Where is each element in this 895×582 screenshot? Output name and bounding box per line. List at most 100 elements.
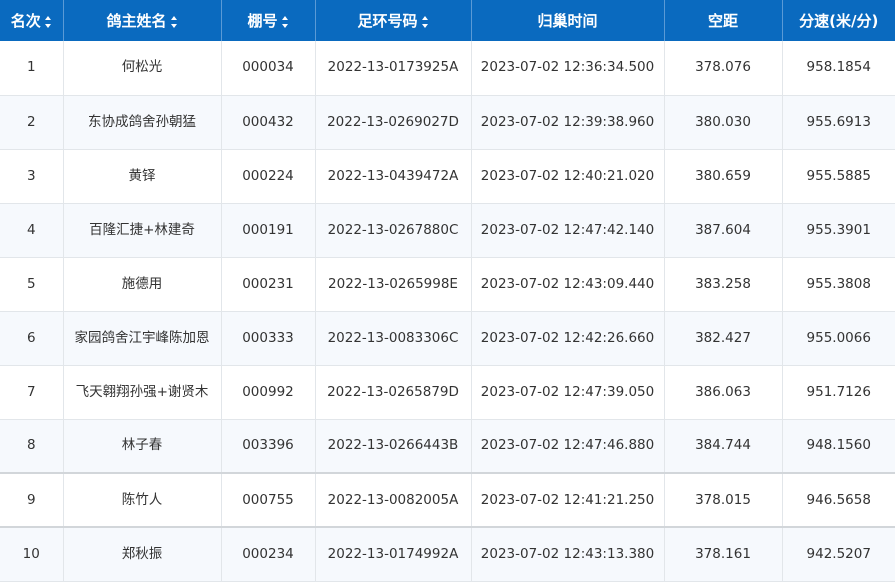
arrival-time-cell: 2023-07-02 12:41:21.250 (470, 473, 664, 528)
table-row: 2 东协成鸽舍孙朝猛 000432 2022-13-0269027D 2023-07-0… (0, 95, 895, 150)
sort-icon (170, 15, 178, 28)
ring-number-cell: 2022-13-0083306C (314, 311, 471, 366)
sort-icon (281, 15, 289, 28)
table-body: 1 何松光 000034 2022-13-0173925A 2023-07-02 12:… (0, 41, 895, 582)
distance-cell: 378.076 (663, 41, 782, 96)
loft-number-cell: 000224 (220, 149, 315, 204)
ring-number-cell: 2022-13-0174992A (314, 527, 471, 582)
rank-cell: 1 (0, 41, 63, 96)
sort-icon (421, 15, 429, 28)
rank-cell: 2 (0, 95, 63, 150)
column-header-arrival-time: 归巢时间 (470, 0, 664, 41)
distance-cell: 378.161 (663, 527, 782, 582)
distance-cell: 380.030 (663, 95, 782, 150)
speed-cell: 942.5207 (781, 527, 895, 582)
table-row: 10 郑秋振 000234 2022-13-0174992A 2023-07-02 12… (0, 527, 895, 582)
loft-number-cell: 003396 (220, 419, 315, 474)
rank-cell: 5 (0, 257, 63, 312)
arrival-time-cell: 2023-07-02 12:40:21.020 (470, 149, 664, 204)
loft-number-cell: 000432 (220, 95, 315, 150)
header-row: 名次 鸽主姓名 棚号 足环号码 归巢时间 空距 分速(米/分) (0, 0, 895, 41)
owner-name-cell: 何松光 (62, 41, 221, 96)
loft-number-cell: 000333 (220, 311, 315, 366)
speed-cell: 948.1560 (781, 419, 895, 474)
rank-cell: 8 (0, 419, 63, 474)
arrival-time-cell: 2023-07-02 12:47:42.140 (470, 203, 664, 258)
speed-cell: 955.6913 (781, 95, 895, 150)
ring-number-cell: 2022-13-0265998E (314, 257, 471, 312)
loft-number-cell: 000992 (220, 365, 315, 420)
speed-cell: 951.7126 (781, 365, 895, 420)
header-label: 归巢时间 (537, 12, 598, 30)
table-row: 1 何松光 000034 2022-13-0173925A 2023-07-02 12:… (0, 41, 895, 96)
arrival-time-cell: 2023-07-02 12:43:09.440 (470, 257, 664, 312)
speed-cell: 955.3808 (781, 257, 895, 312)
ring-number-cell: 2022-13-0082005A (314, 473, 471, 528)
rank-cell: 6 (0, 311, 63, 366)
owner-name-cell: 飞天翱翔孙强+谢贤木 (62, 365, 221, 420)
header-label: 足环号码 (357, 12, 418, 30)
column-header-owner-name[interactable]: 鸽主姓名 (62, 0, 221, 41)
column-header-distance: 空距 (663, 0, 782, 41)
table-row: 6 家园鸽舍江宇峰陈加恩 000333 2022-13-0083306C 2023-07… (0, 311, 895, 366)
column-header-loft-number[interactable]: 棚号 (220, 0, 315, 41)
owner-name-cell: 施德用 (62, 257, 221, 312)
rank-cell: 4 (0, 203, 63, 258)
arrival-time-cell: 2023-07-02 12:42:26.660 (470, 311, 664, 366)
sort-icon (44, 15, 52, 28)
rank-cell: 10 (0, 527, 63, 582)
speed-cell: 955.3901 (781, 203, 895, 258)
header-label: 鸽主姓名 (106, 12, 167, 30)
loft-number-cell: 000034 (220, 41, 315, 96)
owner-name-cell: 林子春 (62, 419, 221, 474)
column-header-ring-number[interactable]: 足环号码 (314, 0, 471, 41)
owner-name-cell: 百隆汇捷+林建奇 (62, 203, 221, 258)
arrival-time-cell: 2023-07-02 12:47:39.050 (470, 365, 664, 420)
arrival-time-cell: 2023-07-02 12:36:34.500 (470, 41, 664, 96)
table-row: 4 百隆汇捷+林建奇 000191 2022-13-0267880C 2023-07-0… (0, 203, 895, 258)
ring-number-cell: 2022-13-0439472A (314, 149, 471, 204)
ring-number-cell: 2022-13-0269027D (314, 95, 471, 150)
owner-name-cell: 郑秋振 (62, 527, 221, 582)
results-table: 名次 鸽主姓名 棚号 足环号码 归巢时间 空距 分速(米/分) 1 何松光 0000… (0, 0, 895, 582)
header-label: 分速(米/分) (799, 12, 879, 30)
owner-name-cell: 黄铎 (62, 149, 221, 204)
column-header-rank[interactable]: 名次 (0, 0, 63, 41)
speed-cell: 958.1854 (781, 41, 895, 96)
distance-cell: 384.744 (663, 419, 782, 474)
table-row: 5 施德用 000231 2022-13-0265998E 2023-07-02 12:… (0, 257, 895, 312)
arrival-time-cell: 2023-07-02 12:39:38.960 (470, 95, 664, 150)
ring-number-cell: 2022-13-0266443B (314, 419, 471, 474)
ring-number-cell: 2022-13-0265879D (314, 365, 471, 420)
table-row: 3 黄铎 000224 2022-13-0439472A 2023-07-02 12:4… (0, 149, 895, 204)
header-label: 名次 (10, 12, 41, 30)
loft-number-cell: 000755 (220, 473, 315, 528)
owner-name-cell: 家园鸽舍江宇峰陈加恩 (62, 311, 221, 366)
loft-number-cell: 000231 (220, 257, 315, 312)
column-header-speed: 分速(米/分) (781, 0, 895, 41)
distance-cell: 380.659 (663, 149, 782, 204)
owner-name-cell: 东协成鸽舍孙朝猛 (62, 95, 221, 150)
speed-cell: 955.5885 (781, 149, 895, 204)
ring-number-cell: 2022-13-0267880C (314, 203, 471, 258)
owner-name-cell: 陈竹人 (62, 473, 221, 528)
distance-cell: 378.015 (663, 473, 782, 528)
arrival-time-cell: 2023-07-02 12:47:46.880 (470, 419, 664, 474)
rank-cell: 7 (0, 365, 63, 420)
ring-number-cell: 2022-13-0173925A (314, 41, 471, 96)
speed-cell: 946.5658 (781, 473, 895, 528)
table-row: 9 陈竹人 000755 2022-13-0082005A 2023-07-02 12:… (0, 473, 895, 528)
loft-number-cell: 000234 (220, 527, 315, 582)
distance-cell: 383.258 (663, 257, 782, 312)
table-row: 8 林子春 003396 2022-13-0266443B 2023-07-02 12:… (0, 419, 895, 474)
distance-cell: 382.427 (663, 311, 782, 366)
speed-cell: 955.0066 (781, 311, 895, 366)
header-label: 空距 (707, 12, 738, 30)
arrival-time-cell: 2023-07-02 12:43:13.380 (470, 527, 664, 582)
rank-cell: 3 (0, 149, 63, 204)
loft-number-cell: 000191 (220, 203, 315, 258)
distance-cell: 387.604 (663, 203, 782, 258)
rank-cell: 9 (0, 473, 63, 528)
table-row: 7 飞天翱翔孙强+谢贤木 000992 2022-13-0265879D 2023-07… (0, 365, 895, 420)
header-label: 棚号 (247, 12, 278, 30)
